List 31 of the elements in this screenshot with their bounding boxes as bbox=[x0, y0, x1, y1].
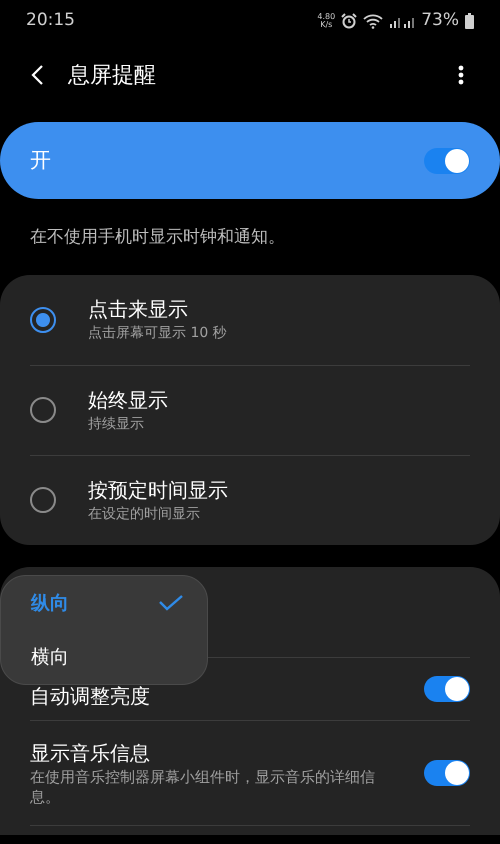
mode-option[interactable]: 按预定时间显示 在设定的时间显示 bbox=[30, 454, 470, 544]
mode-subtitle: 持续显示 bbox=[88, 414, 145, 434]
toggle-switch[interactable] bbox=[424, 148, 470, 174]
mode-subtitle: 点击屏幕可显示 10 秒 bbox=[88, 324, 227, 343]
setting-subtitle: 在使用音乐控制器屏幕小组件时，显示音乐的详细信息。 bbox=[30, 766, 376, 806]
status-time: 20:15 bbox=[26, 9, 75, 32]
mode-subtitle: 在设定的时间显示 bbox=[88, 504, 201, 524]
setting-title: 显示音乐信息 bbox=[30, 740, 151, 766]
radio-button[interactable] bbox=[30, 487, 56, 513]
check-icon bbox=[159, 595, 183, 611]
wifi-icon bbox=[363, 13, 384, 29]
setting-row[interactable]: 显示音乐信息 在使用音乐控制器屏幕小组件时，显示音乐的详细信息。 bbox=[30, 720, 470, 824]
mode-title: 点击来显示 bbox=[88, 296, 189, 323]
radio-button[interactable] bbox=[30, 397, 56, 423]
master-switch-label: 开 bbox=[30, 146, 51, 174]
network-speed: 4.80 K/s bbox=[317, 13, 336, 29]
mode-option[interactable]: 始终显示 持续显示 bbox=[30, 364, 470, 454]
mode-option[interactable]: 点击来显示 点击屏幕可显示 10 秒 bbox=[30, 274, 470, 364]
battery-icon bbox=[465, 13, 474, 29]
more-options-icon[interactable] bbox=[458, 65, 464, 85]
description-text: 在不使用手机时显示时钟和通知。 bbox=[29, 226, 286, 249]
radio-button[interactable] bbox=[30, 306, 56, 332]
toggle-switch[interactable] bbox=[424, 760, 470, 786]
battery-percent: 73% bbox=[421, 9, 459, 32]
page-title: 息屏提醒 bbox=[68, 62, 156, 90]
setting-title: 自动调整亮度 bbox=[30, 682, 151, 710]
toggle-switch[interactable] bbox=[424, 676, 470, 702]
mode-title: 始终显示 bbox=[88, 386, 168, 414]
alarm-icon bbox=[341, 13, 358, 29]
mode-title: 按预定时间显示 bbox=[88, 476, 228, 504]
back-icon[interactable] bbox=[30, 64, 44, 86]
